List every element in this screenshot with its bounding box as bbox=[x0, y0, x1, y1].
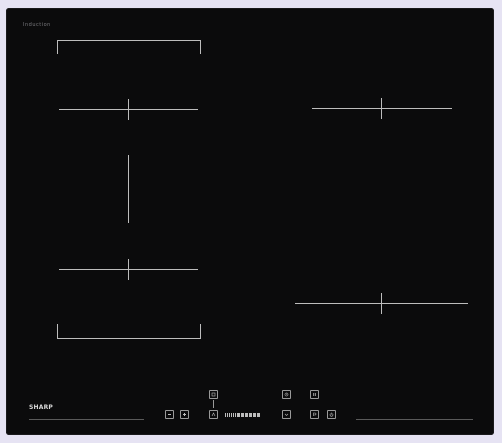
minus-key[interactable] bbox=[165, 410, 174, 419]
power-level-segment[interactable] bbox=[225, 412, 226, 417]
power-key[interactable] bbox=[327, 410, 336, 419]
plus-icon bbox=[183, 413, 186, 416]
clock-icon bbox=[284, 392, 289, 397]
zone-right-front-v bbox=[381, 293, 382, 314]
left-zone-bottom-bracket-r bbox=[200, 324, 201, 339]
power-level-segment[interactable] bbox=[249, 412, 252, 417]
minus-icon bbox=[168, 414, 171, 415]
timer-down-icon bbox=[284, 413, 289, 416]
plus-key[interactable] bbox=[180, 410, 189, 419]
power-level-segment[interactable] bbox=[253, 412, 256, 417]
top-logo: Induction bbox=[23, 22, 51, 28]
bridge-icon bbox=[211, 392, 216, 397]
power-level-segment[interactable] bbox=[245, 412, 248, 417]
pause-top-key[interactable] bbox=[310, 390, 319, 399]
timer-down-key[interactable] bbox=[282, 410, 291, 419]
left-zone-bottom-bracket-h bbox=[57, 338, 201, 339]
boost-icon bbox=[211, 412, 216, 417]
power-level-segment[interactable] bbox=[233, 412, 234, 417]
left-zone-top-bracket-r bbox=[200, 40, 201, 54]
pause-key[interactable] bbox=[310, 410, 319, 419]
power-level-segment[interactable] bbox=[229, 412, 230, 417]
zone-left-upper-v bbox=[128, 99, 129, 120]
power-level-segment[interactable] bbox=[231, 412, 232, 417]
zone-right-rear-h[interactable] bbox=[312, 108, 452, 109]
power-level-segment[interactable] bbox=[235, 412, 236, 417]
brand-logo: SHARP bbox=[29, 404, 54, 411]
bridge-top-key[interactable] bbox=[209, 390, 218, 399]
control-line-right bbox=[356, 419, 473, 420]
control-line-left bbox=[29, 419, 144, 420]
power-level-segment[interactable] bbox=[241, 412, 244, 417]
cooktop-glass bbox=[6, 8, 494, 435]
power-level-slider[interactable] bbox=[225, 412, 278, 417]
zone-left-lower-v bbox=[128, 259, 129, 280]
left-zone-divider bbox=[128, 155, 129, 223]
timer-key[interactable] bbox=[282, 390, 291, 399]
left-zone-top-bracket-l bbox=[57, 40, 58, 54]
power-level-segment[interactable] bbox=[227, 412, 228, 417]
left-zone-top-bracket-h bbox=[57, 40, 201, 41]
left-zone-bottom-bracket-l bbox=[57, 324, 58, 339]
power-level-segment[interactable] bbox=[257, 412, 260, 417]
bridge-connector bbox=[213, 400, 214, 408]
pause-icon bbox=[313, 393, 316, 396]
p-icon bbox=[313, 412, 317, 416]
zone-right-rear-v bbox=[381, 98, 382, 119]
power-level-segment[interactable] bbox=[237, 412, 240, 417]
boost-key[interactable] bbox=[209, 410, 218, 419]
power-icon bbox=[329, 412, 334, 417]
